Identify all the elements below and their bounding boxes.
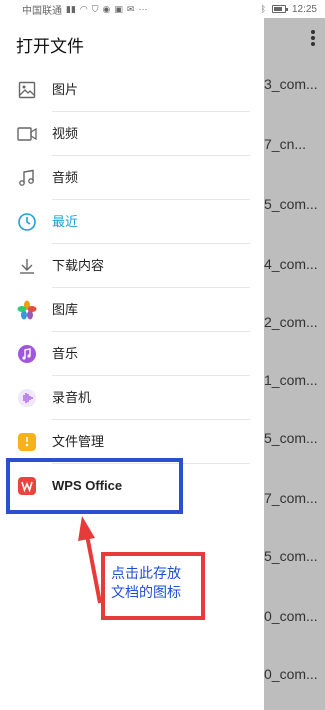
clock-icon — [16, 211, 38, 233]
music-app-icon — [16, 343, 38, 365]
menu-item-recorder[interactable]: 录音机 — [0, 376, 264, 420]
menu-item-videos[interactable]: 视频 — [0, 112, 264, 156]
notification-icon: ◉ — [102, 4, 111, 14]
more-options-icon[interactable] — [311, 30, 315, 48]
background-file-name: 0_com... — [264, 666, 318, 682]
background-file-name: 5_com... — [264, 548, 318, 564]
menu-item-recent[interactable]: 最近 — [0, 200, 264, 244]
background-file-name: 5_com... — [264, 196, 318, 212]
image-icon — [16, 79, 38, 101]
background-file-name: 1_com... — [264, 372, 318, 388]
menu-item-label: 图库 — [52, 302, 79, 317]
background-file-name: 3_com... — [264, 76, 318, 92]
menu-item-label: 录音机 — [52, 390, 92, 405]
menu-item-label: 音频 — [52, 170, 79, 185]
battery-icon — [271, 5, 288, 13]
carrier-label: 中国联通 — [22, 5, 62, 17]
background-file-name: 4_com... — [264, 256, 318, 272]
source-menu: 图片 视频 音频 最近 下载内容 图库 音乐 录音机 文件管理 WPS Offi… — [0, 68, 264, 508]
shield-icon: ⛉ — [91, 4, 99, 14]
drawer-title: 打开文件 — [16, 37, 84, 56]
message-icon: ✉ — [126, 4, 135, 14]
highlight-box — [6, 458, 183, 514]
wifi-icon: ◠ — [79, 4, 88, 14]
menu-item-gallery[interactable]: 图库 — [0, 288, 264, 332]
clock-time: 12:25 — [291, 3, 317, 15]
menu-item-label: 图片 — [52, 82, 79, 97]
gallery-icon — [16, 299, 38, 321]
recorder-icon — [16, 387, 38, 409]
menu-item-label: 最近 — [52, 214, 79, 229]
image-notification-icon: ▣ — [114, 4, 123, 14]
download-icon — [16, 255, 38, 277]
menu-item-label: 音乐 — [52, 346, 79, 361]
menu-item-downloads[interactable]: 下载内容 — [0, 244, 264, 288]
annotation-callout: 点击此存放 文档的图标 — [101, 552, 205, 620]
callout-line: 文档的图标 — [111, 584, 181, 600]
callout-line: 点击此存放 — [111, 565, 181, 581]
bluetooth-icon: ᛒ — [260, 4, 266, 14]
background-file-name: 7_com... — [264, 490, 318, 506]
menu-item-music[interactable]: 音乐 — [0, 332, 264, 376]
menu-item-label: 视频 — [52, 126, 79, 141]
file-manager-icon — [16, 431, 38, 453]
background-file-name: 2_com... — [264, 314, 318, 330]
menu-item-label: 下载内容 — [52, 258, 105, 273]
background-file-name: 0_com... — [264, 608, 318, 624]
menu-item-images[interactable]: 图片 — [0, 68, 264, 112]
background-file-name: 7_cn... — [264, 136, 307, 152]
menu-item-audio[interactable]: 音频 — [0, 156, 264, 200]
status-bar: 中国联通 ▮▮ ◠ ⛉ ◉ ▣ ✉ ··· ᛒ 12:25 — [0, 0, 325, 18]
more-notifications-icon: ··· — [138, 4, 148, 14]
music-note-icon — [16, 167, 38, 189]
signal-icon: ▮▮ — [66, 4, 76, 14]
background-file-name: 5_com... — [264, 430, 318, 446]
video-icon — [16, 123, 38, 145]
